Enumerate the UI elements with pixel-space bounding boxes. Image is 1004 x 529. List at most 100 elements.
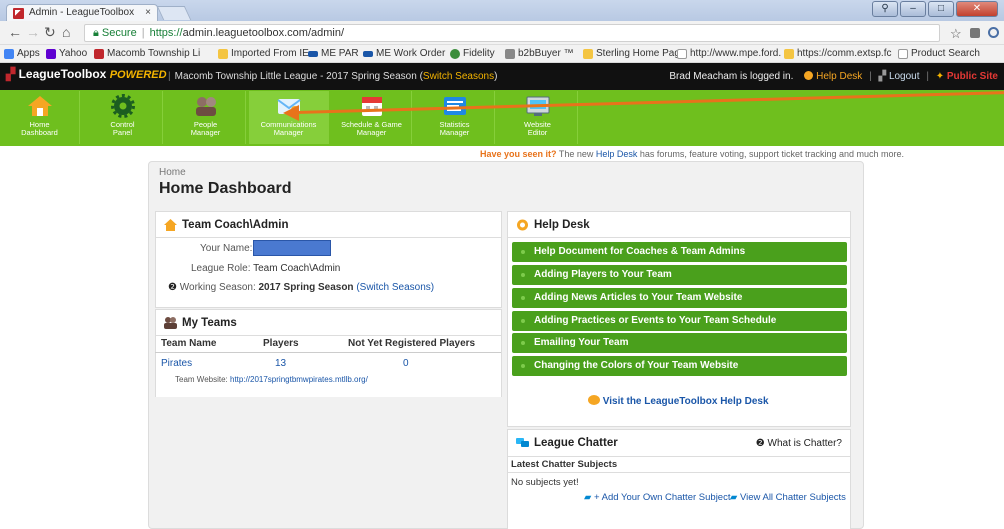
- bookmark-b2bbuyer[interactable]: b2bBuyer ™: [505, 48, 574, 59]
- chat-bubbles-icon: ▰: [730, 492, 738, 503]
- annotation-arrow-head: [283, 105, 299, 121]
- team-name-link[interactable]: Pirates: [161, 358, 192, 369]
- url-separator: |: [141, 27, 145, 39]
- menu-control-panel[interactable]: Control Panel: [83, 91, 163, 144]
- bookmark-me-work-order[interactable]: ME Work Order: [363, 48, 445, 59]
- help-desk-header: Help Desk: [508, 212, 850, 238]
- bookmark-macomb[interactable]: Macomb Township Li: [94, 48, 200, 59]
- your-name-label: Your Name:: [200, 243, 253, 254]
- home-icon[interactable]: ⌂: [62, 25, 70, 39]
- team-unregistered-count[interactable]: 0: [403, 358, 409, 369]
- forward-icon[interactable]: →: [26, 25, 40, 39]
- help-item-news-articles[interactable]: Adding News Articles to Your Team Websit…: [512, 288, 847, 308]
- minimize-button[interactable]: –: [900, 1, 926, 17]
- new-tab-button[interactable]: [156, 6, 192, 20]
- app-top-bar: ▞ LeagueToolbox POWERED | Macomb Township…: [0, 63, 1004, 90]
- calendar-icon: [358, 94, 386, 118]
- people-icon: [192, 94, 220, 118]
- public-site-icon: ✦: [935, 71, 945, 82]
- page-title: Home Dashboard: [159, 180, 292, 197]
- help-desk-link[interactable]: Help Desk: [816, 71, 862, 82]
- extension-icon[interactable]: [970, 28, 980, 38]
- menu-people-manager[interactable]: People Manager: [166, 91, 246, 144]
- menu-statistics-manager[interactable]: Statistics Manager: [415, 91, 495, 144]
- working-season-value: 2017 Spring Season: [258, 282, 354, 293]
- fidelity-icon: [450, 48, 460, 59]
- bookmark-yahoo[interactable]: Yahoo: [46, 48, 87, 59]
- bookmark-me-par[interactable]: ME PAR: [308, 48, 359, 59]
- team-website-link[interactable]: http://2017springtbmwpirates.mtllb.org/: [230, 375, 368, 384]
- maximize-button[interactable]: □: [928, 1, 954, 17]
- tab-title: Admin - LeagueToolbox: [29, 7, 135, 18]
- leaguetoolbox-logo[interactable]: ▞ LeagueToolbox POWERED: [6, 67, 167, 81]
- add-chatter-subject-link[interactable]: ▰ + Add Your Own Chatter Subject: [584, 492, 730, 503]
- browser-tab[interactable]: Admin - LeagueToolbox ×: [6, 4, 158, 21]
- leaguetoolbox-icon: [94, 48, 104, 59]
- bookmark-product-search[interactable]: Product Search: [898, 48, 980, 59]
- season-text: Macomb Township Little League - 2017 Spr…: [174, 71, 423, 82]
- ford-icon: [308, 50, 318, 57]
- logo-mark-icon: ▞: [6, 67, 16, 81]
- help-item-team-colors[interactable]: Changing the Colors of Your Team Website: [512, 356, 847, 376]
- help-item-practices-events[interactable]: Adding Practices or Events to Your Team …: [512, 311, 847, 331]
- gear-icon: [109, 94, 137, 118]
- help-item-adding-players[interactable]: Adding Players to Your Team: [512, 265, 847, 285]
- extension-icon[interactable]: [988, 27, 999, 38]
- divider: |: [926, 71, 929, 82]
- close-window-button[interactable]: ✕: [956, 1, 998, 17]
- sterling-icon: [583, 48, 593, 59]
- public-site-link[interactable]: Public Site: [947, 71, 998, 82]
- help-desk-icon: [588, 395, 600, 405]
- what-is-chatter-link[interactable]: ❷ What is Chatter?: [756, 430, 842, 457]
- user-icon[interactable]: ⚲: [872, 1, 898, 17]
- help-circle-icon: ❷: [755, 438, 765, 449]
- column-unregistered: Not Yet Registered Players: [348, 338, 476, 349]
- address-bar: ← → ↻ ⌂ 🔒︎ Secure | https://admin.leaguetoo…: [0, 21, 1004, 45]
- visit-help-desk-link[interactable]: Visit the LeagueToolbox Help Desk: [588, 395, 769, 407]
- help-desk-icon: [517, 219, 528, 231]
- apps-grid-icon: [4, 48, 14, 59]
- b2b-icon: [505, 48, 515, 59]
- back-icon[interactable]: ←: [8, 25, 22, 39]
- yahoo-icon: [46, 48, 56, 59]
- bookmark-imported[interactable]: Imported From IE: [218, 48, 309, 59]
- close-tab-icon[interactable]: ×: [145, 7, 151, 18]
- browser-tab-bar: Admin - LeagueToolbox × ⚲ – □ ✕: [0, 0, 1004, 21]
- user-links: Brad Meacham is logged in. Help Desk | ▞…: [669, 71, 998, 82]
- bookmark-comm-extsp[interactable]: https://comm.extsp.fc: [784, 48, 891, 59]
- view-all-chatter-link[interactable]: ▰ View All Chatter Subjects: [730, 492, 846, 503]
- bookmark-apps[interactable]: Apps: [4, 48, 40, 59]
- switch-seasons-link[interactable]: Switch Seasons: [423, 71, 494, 82]
- divider: |: [168, 71, 171, 82]
- bookmark-sterling[interactable]: Sterling Home Page: [583, 48, 686, 59]
- divider: |: [869, 71, 872, 82]
- logout-link[interactable]: Logout: [889, 71, 920, 82]
- team-players-count[interactable]: 13: [275, 358, 286, 369]
- folder-icon: [218, 48, 228, 59]
- bookmarks-bar: Apps Yahoo Macomb Township Li Imported F…: [0, 45, 1004, 63]
- help-desk-notice-link[interactable]: Help Desk: [596, 149, 638, 159]
- working-season-row: ❷ Working Season: 2017 Spring Season (Sw…: [168, 282, 435, 293]
- help-item-coaches-doc[interactable]: Help Document for Coaches & Team Admins: [512, 242, 847, 262]
- bookmark-fidelity[interactable]: Fidelity: [450, 48, 495, 59]
- chat-bubbles-icon: ▰: [584, 492, 592, 503]
- url-input[interactable]: 🔒︎ Secure | https://admin.leaguetoolbox.com…: [84, 24, 940, 42]
- reload-icon[interactable]: ↻: [44, 25, 56, 39]
- bookmark-mpe-ford[interactable]: http://www.mpe.ford.: [677, 48, 781, 59]
- teams-table-header: Team Name Players Not Yet Registered Pla…: [155, 336, 501, 353]
- switch-seasons-link[interactable]: (Switch Seasons): [356, 282, 434, 293]
- bookmark-star-icon[interactable]: ☆: [950, 26, 962, 42]
- menu-schedule-game-manager[interactable]: Schedule & Game Manager: [332, 91, 412, 144]
- league-chatter-header: League Chatter ❷ What is Chatter?: [508, 430, 850, 457]
- menu-website-editor[interactable]: Website Editor: [498, 91, 578, 144]
- page-icon: [898, 48, 908, 59]
- home-icon: [164, 219, 177, 231]
- my-teams-header: My Teams: [156, 310, 501, 336]
- breadcrumb[interactable]: Home: [159, 167, 186, 178]
- logo-powered: POWERED: [109, 69, 167, 81]
- help-circle-icon: ❷: [168, 282, 177, 293]
- sterling-icon: [784, 48, 794, 59]
- menu-home-dashboard[interactable]: Home Dashboard: [0, 91, 80, 144]
- home-icon: [25, 94, 54, 118]
- help-item-emailing-team[interactable]: Emailing Your Team: [512, 333, 847, 353]
